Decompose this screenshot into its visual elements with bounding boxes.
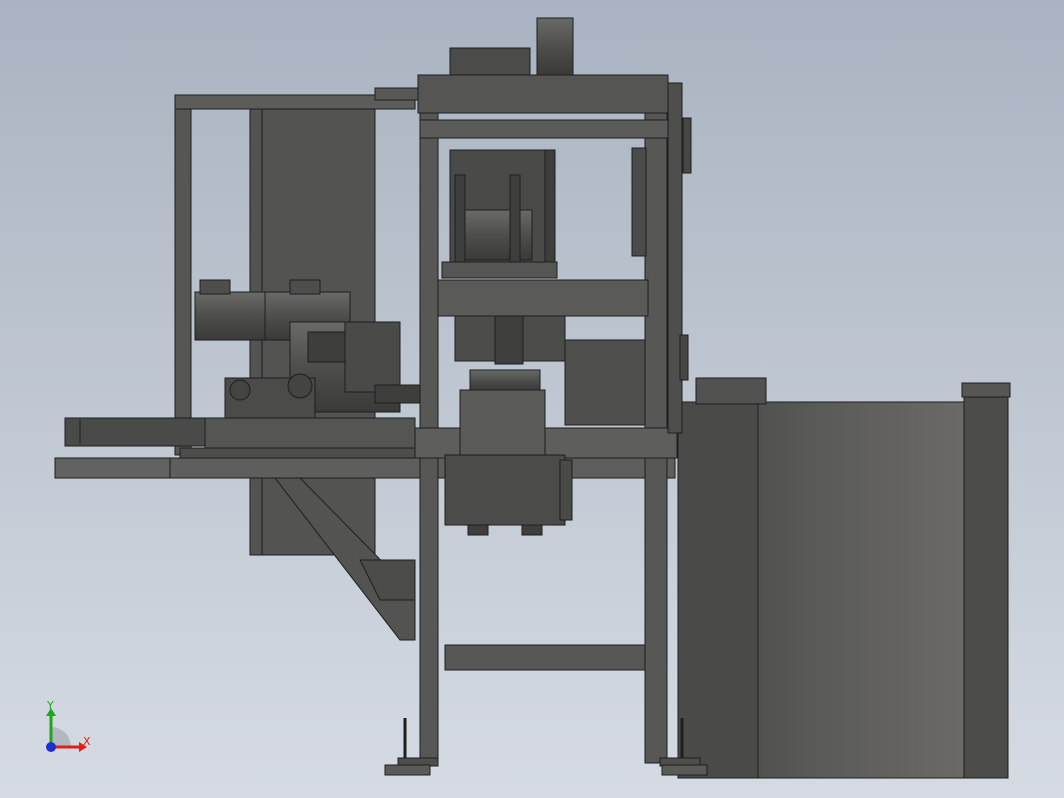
y-axis-label: Y: [46, 699, 54, 712]
x-axis-label: X: [83, 735, 91, 748]
cad-drawing: X Y: [0, 0, 1064, 798]
z-axis-dot: [46, 742, 56, 752]
cad-viewport[interactable]: X Y: [0, 0, 1064, 798]
enclosure-box: [677, 377, 1011, 779]
